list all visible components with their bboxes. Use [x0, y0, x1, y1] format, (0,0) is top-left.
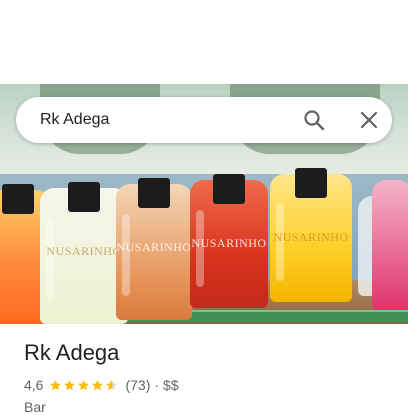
star-icon: [78, 379, 90, 390]
search-icon[interactable]: [302, 108, 326, 132]
rating-row[interactable]: 4,6 (73) · $$: [24, 376, 179, 394]
pouch-brand-text: NUSARINHO: [46, 244, 122, 258]
place-category: Bar: [24, 399, 46, 415]
close-icon[interactable]: [357, 108, 381, 132]
star-icon: [106, 379, 118, 390]
separator-dot: ·: [154, 377, 160, 393]
pouch-brand-text: NUSARINHO: [116, 240, 192, 254]
star-rating: [49, 379, 119, 392]
pouch-brand-text: NUSARINHO: [273, 230, 349, 244]
pouch-cap: [2, 184, 34, 214]
pouch-cap: [213, 174, 245, 204]
drink-pouch-lemon: NUSARINHO: [40, 182, 128, 324]
drink-pouch-pink: [372, 180, 408, 310]
drink-pouch-peach: NUSARINHO: [116, 178, 192, 320]
pouch-cap: [68, 182, 100, 212]
star-icon: [92, 379, 104, 390]
search-bar[interactable]: Rk Adega: [16, 97, 392, 143]
star-icon: [50, 379, 62, 390]
search-query-text[interactable]: Rk Adega: [40, 97, 109, 143]
pouch-cap: [295, 168, 327, 198]
top-blank-area: [0, 0, 408, 84]
pouch-brand-text: NUSARINHO: [191, 236, 267, 250]
price-level: $$: [163, 377, 179, 393]
rating-value: 4,6: [24, 377, 44, 393]
drink-pouch-strawberry: NUSARINHO: [190, 174, 268, 308]
review-count[interactable]: (73): [125, 377, 150, 393]
pouch-cap: [138, 178, 170, 208]
star-icon: [64, 379, 76, 390]
place-title: Rk Adega: [24, 340, 120, 365]
drink-pouch-passionfruit: NUSARINHO: [270, 168, 352, 302]
